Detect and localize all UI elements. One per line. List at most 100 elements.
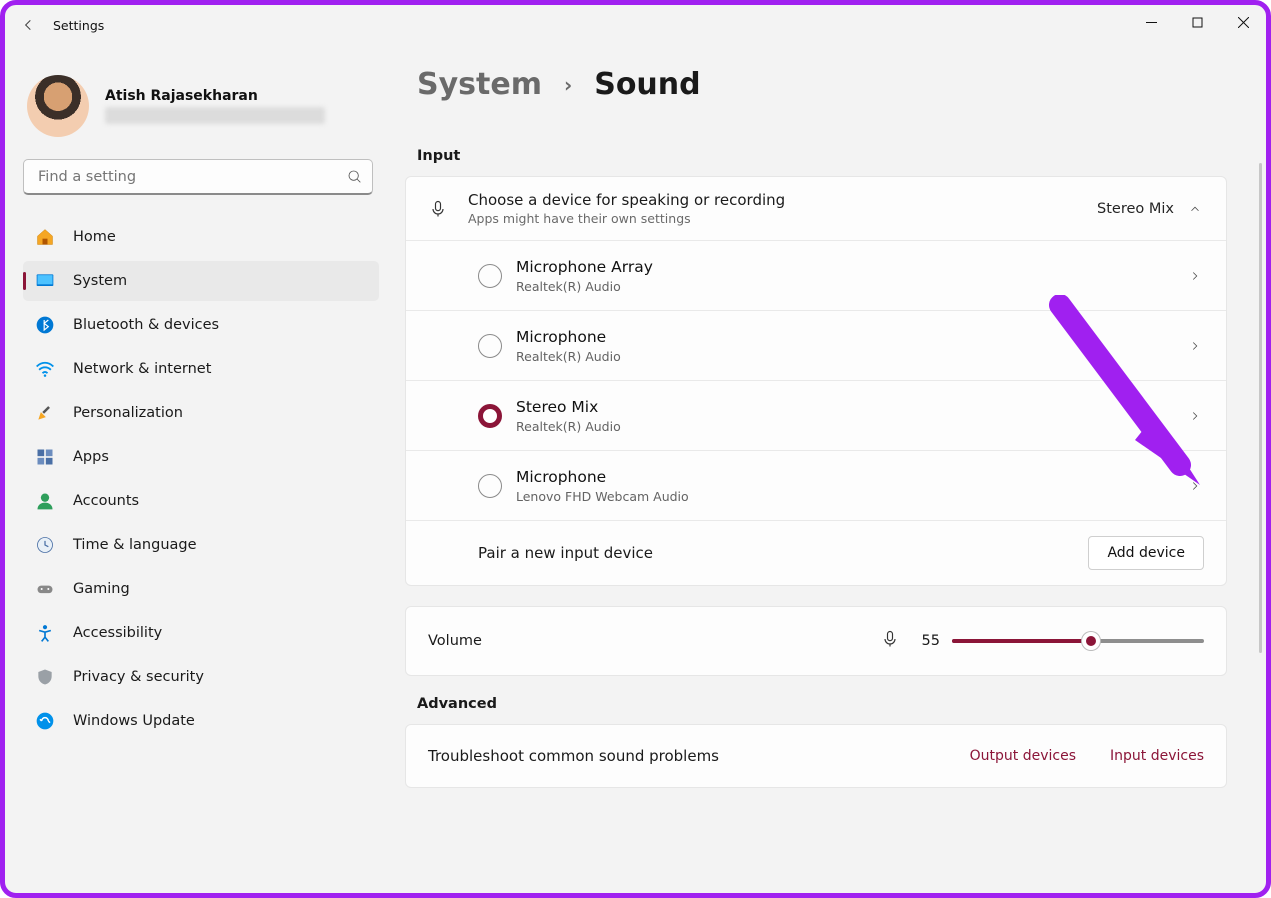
- nav-list: Home System Bluetooth & devices Network …: [23, 217, 379, 741]
- privacy-icon: [35, 667, 55, 687]
- microphone-icon: [428, 199, 468, 219]
- sidebar-item-system[interactable]: System: [23, 261, 379, 301]
- system-icon: [35, 271, 55, 291]
- sidebar-item-label: System: [73, 273, 127, 289]
- device-option[interactable]: Microphone Lenovo FHD Webcam Audio: [406, 451, 1226, 521]
- device-name: Microphone: [516, 468, 1188, 486]
- device-option-selected[interactable]: Stereo Mix Realtek(R) Audio: [406, 381, 1226, 451]
- volume-value: 55: [922, 633, 940, 649]
- sidebar-item-apps[interactable]: Apps: [23, 437, 379, 477]
- user-profile[interactable]: Atish Rajasekharan: [23, 65, 379, 155]
- device-option[interactable]: Microphone Array Realtek(R) Audio: [406, 241, 1226, 311]
- content-pane: System › Sound Input Choose a device for…: [405, 67, 1246, 893]
- input-header-value: Stereo Mix: [1097, 201, 1174, 217]
- input-device-card: Choose a device for speaking or recordin…: [405, 176, 1227, 586]
- home-icon: [35, 227, 55, 247]
- chevron-right-icon[interactable]: [1188, 338, 1204, 354]
- breadcrumb-current: Sound: [594, 67, 700, 102]
- chevron-right-icon[interactable]: [1188, 408, 1204, 424]
- sidebar-item-label: Home: [73, 229, 116, 245]
- device-name: Stereo Mix: [516, 398, 1188, 416]
- update-icon: [35, 711, 55, 731]
- device-sub: Lenovo FHD Webcam Audio: [516, 489, 1188, 504]
- input-devices-link[interactable]: Input devices: [1110, 748, 1204, 764]
- close-button[interactable]: [1220, 5, 1266, 39]
- radio-selected[interactable]: [478, 404, 502, 428]
- avatar: [27, 75, 89, 137]
- pair-label: Pair a new input device: [478, 544, 1088, 562]
- volume-slider[interactable]: [952, 631, 1204, 651]
- sidebar-item-accounts[interactable]: Accounts: [23, 481, 379, 521]
- sidebar-item-label: Apps: [73, 449, 109, 465]
- pair-device-row: Pair a new input device Add device: [406, 521, 1226, 585]
- search-box[interactable]: [23, 159, 379, 195]
- sidebar-item-label: Time & language: [73, 537, 197, 553]
- search-input[interactable]: [23, 159, 373, 195]
- device-option[interactable]: Microphone Realtek(R) Audio: [406, 311, 1226, 381]
- slider-fill: [952, 639, 1091, 643]
- back-button[interactable]: [5, 17, 53, 33]
- chevron-right-icon[interactable]: [1188, 478, 1204, 494]
- output-devices-link[interactable]: Output devices: [970, 748, 1076, 764]
- sidebar-item-label: Windows Update: [73, 713, 195, 729]
- sidebar-item-label: Bluetooth & devices: [73, 317, 219, 333]
- gaming-icon: [35, 579, 55, 599]
- profile-email-blurred: [105, 107, 325, 124]
- minimize-button[interactable]: [1128, 5, 1174, 39]
- sidebar-item-time[interactable]: Time & language: [23, 525, 379, 565]
- accounts-icon: [35, 491, 55, 511]
- sidebar-item-label: Personalization: [73, 405, 183, 421]
- section-label-input: Input: [417, 148, 1246, 164]
- breadcrumb-parent[interactable]: System: [417, 67, 542, 102]
- device-sub: Realtek(R) Audio: [516, 349, 1188, 364]
- input-device-header[interactable]: Choose a device for speaking or recordin…: [406, 177, 1226, 241]
- time-icon: [35, 535, 55, 555]
- device-sub: Realtek(R) Audio: [516, 419, 1188, 434]
- app-window: Settings Atish Rajasekharan Home: [0, 0, 1271, 898]
- section-label-advanced: Advanced: [417, 696, 1246, 712]
- scrollbar[interactable]: [1259, 163, 1262, 653]
- sidebar-item-label: Privacy & security: [73, 669, 204, 685]
- accessibility-icon: [35, 623, 55, 643]
- sidebar-item-bluetooth[interactable]: Bluetooth & devices: [23, 305, 379, 345]
- sidebar-item-update[interactable]: Windows Update: [23, 701, 379, 741]
- titlebar: Settings: [5, 5, 1266, 45]
- input-header-subtitle: Apps might have their own settings: [468, 211, 1097, 226]
- slider-thumb[interactable]: [1082, 632, 1100, 650]
- window-controls: [1128, 5, 1266, 39]
- personalization-icon: [35, 403, 55, 423]
- sidebar-item-personalization[interactable]: Personalization: [23, 393, 379, 433]
- input-header-title: Choose a device for speaking or recordin…: [468, 191, 1097, 209]
- device-sub: Realtek(R) Audio: [516, 279, 1188, 294]
- device-name: Microphone Array: [516, 258, 1188, 276]
- breadcrumb: System › Sound: [405, 67, 1246, 102]
- sidebar-item-home[interactable]: Home: [23, 217, 379, 257]
- device-name: Microphone: [516, 328, 1188, 346]
- chevron-up-icon: [1188, 201, 1204, 217]
- microphone-icon[interactable]: [880, 629, 900, 653]
- volume-card: Volume 55: [405, 606, 1227, 676]
- sidebar-item-network[interactable]: Network & internet: [23, 349, 379, 389]
- maximize-button[interactable]: [1174, 5, 1220, 39]
- sidebar-item-accessibility[interactable]: Accessibility: [23, 613, 379, 653]
- search-icon: [347, 169, 363, 189]
- add-device-button[interactable]: Add device: [1088, 536, 1204, 570]
- sidebar-item-gaming[interactable]: Gaming: [23, 569, 379, 609]
- chevron-right-icon: ›: [564, 73, 572, 97]
- radio-unselected[interactable]: [478, 334, 502, 358]
- troubleshoot-label: Troubleshoot common sound problems: [428, 747, 936, 765]
- sidebar-item-privacy[interactable]: Privacy & security: [23, 657, 379, 697]
- sidebar-item-label: Accounts: [73, 493, 139, 509]
- sidebar-item-label: Network & internet: [73, 361, 211, 377]
- troubleshoot-card: Troubleshoot common sound problems Outpu…: [405, 724, 1227, 788]
- app-title: Settings: [53, 18, 104, 33]
- chevron-right-icon[interactable]: [1188, 268, 1204, 284]
- network-icon: [35, 359, 55, 379]
- sidebar-item-label: Gaming: [73, 581, 130, 597]
- radio-unselected[interactable]: [478, 264, 502, 288]
- radio-unselected[interactable]: [478, 474, 502, 498]
- sidebar-item-label: Accessibility: [73, 625, 162, 641]
- apps-icon: [35, 447, 55, 467]
- bluetooth-icon: [35, 315, 55, 335]
- sidebar: Atish Rajasekharan Home System Bluetooth…: [23, 65, 379, 741]
